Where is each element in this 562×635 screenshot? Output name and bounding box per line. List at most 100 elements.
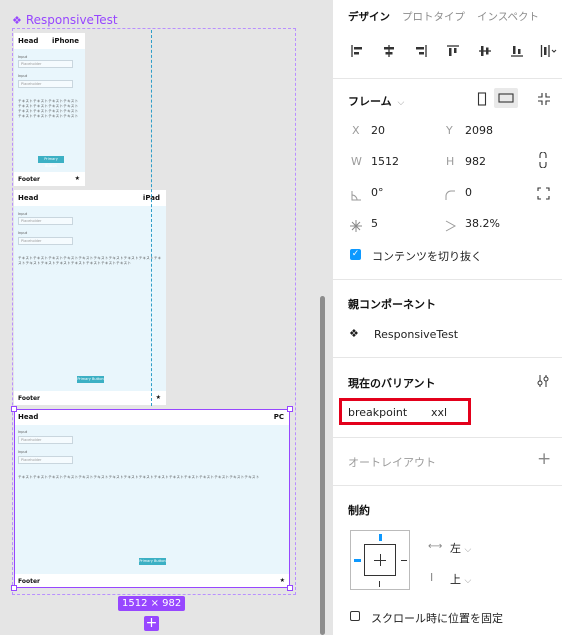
resize-handle-top-left[interactable]	[11, 406, 17, 412]
chevron-down-icon: ⌵	[397, 98, 405, 108]
design-canvas[interactable]: ❖ ResponsiveTest Head iPhone Input Place…	[0, 0, 332, 635]
chevron-down-icon: ⌵	[464, 576, 472, 586]
panel-tabs: デザイン プロトタイプ インスペクト	[348, 9, 539, 24]
frame-footer: Footer ★	[14, 172, 85, 186]
input-field[interactable]: Placeholder	[18, 80, 73, 88]
footer-title: Footer	[18, 395, 40, 402]
vertical-constraint-icon: Ⅰ	[430, 571, 434, 584]
landscape-orientation-icon[interactable]	[494, 88, 518, 108]
header-title: Head	[18, 37, 39, 45]
align-right-icon[interactable]	[411, 42, 431, 60]
constraint-right-line[interactable]	[401, 560, 407, 561]
divider	[333, 357, 562, 358]
variant-ipad[interactable]: Head iPad Input Placeholder Input Placeh…	[14, 190, 166, 405]
component-set-name: ResponsiveTest	[25, 13, 118, 27]
constraints-widget[interactable]	[350, 530, 410, 590]
resize-to-fit-icon[interactable]	[537, 91, 551, 105]
corner-radius-input[interactable]: 0	[465, 186, 472, 199]
input-label: Input	[18, 212, 28, 216]
constraint-top-line[interactable]	[379, 534, 382, 541]
rotation-input[interactable]: 0°	[371, 186, 384, 199]
tab-design[interactable]: デザイン	[348, 9, 390, 24]
chevron-down-icon: ⌵	[464, 545, 472, 555]
adjust-variant-icon[interactable]	[536, 373, 550, 387]
horizontal-constraint-value: 左	[450, 542, 461, 555]
align-vertical-center-icon[interactable]	[475, 42, 495, 60]
y-input[interactable]: 2098	[465, 124, 493, 137]
width-input[interactable]: 1512	[371, 155, 399, 168]
properties-panel: デザイン プロトタイプ インスペクト フレーム ⌵ X 20 Y 2098 W …	[333, 0, 562, 635]
input-field[interactable]: Placeholder	[18, 217, 73, 225]
footer-title: Footer	[18, 176, 40, 183]
independent-corners-icon[interactable]	[537, 185, 550, 200]
constraint-center-v[interactable]	[380, 554, 381, 566]
corner-smoothing-icon	[350, 217, 362, 232]
align-horizontal-center-icon[interactable]	[379, 42, 399, 60]
variant-iphone[interactable]: Head iPhone Input Placeholder Input Plac…	[14, 33, 85, 186]
resize-handle-bottom-right[interactable]	[287, 585, 293, 591]
body-text: テキストテキストテキストテキストテキストテキストテキストテキストテキストテキスト…	[18, 99, 79, 118]
divider	[333, 78, 562, 79]
divider	[333, 279, 562, 280]
x-label: X	[352, 124, 360, 137]
opacity-input[interactable]: 38.2%	[465, 217, 500, 230]
frame-section-label: フレーム	[348, 95, 392, 108]
frame-header: Head iPhone	[14, 33, 85, 49]
horizontal-constraint-icon: ⟷	[428, 541, 443, 552]
constraint-left-line[interactable]	[354, 559, 361, 562]
align-top-icon[interactable]	[443, 42, 463, 60]
input-label: Input	[18, 231, 28, 235]
resize-handle-top-right[interactable]	[287, 406, 293, 412]
auto-layout-title: オートレイアウト	[348, 456, 436, 469]
canvas-scrollbar[interactable]	[320, 296, 325, 635]
component-set-icon: ❖	[12, 13, 22, 27]
parent-component-name[interactable]: ResponsiveTest	[374, 328, 458, 341]
vertical-constraint-select[interactable]: 上 ⌵	[450, 571, 471, 587]
align-bottom-icon[interactable]	[507, 42, 527, 60]
fix-scroll-checkbox[interactable]	[350, 611, 360, 621]
input-field[interactable]: Placeholder	[18, 60, 73, 68]
x-input[interactable]: 20	[371, 124, 385, 137]
portrait-orientation-icon[interactable]	[476, 91, 488, 106]
star-icon: ★	[155, 394, 161, 401]
constraint-bottom-line[interactable]	[379, 581, 380, 587]
tab-inspect[interactable]: インスペクト	[477, 9, 539, 24]
clip-content-label: コンテンツを切り抜く	[372, 250, 482, 263]
selection-box[interactable]	[14, 409, 290, 588]
rotation-icon	[351, 186, 362, 201]
add-variant-button[interactable]: +	[144, 616, 159, 631]
opacity-icon	[445, 217, 457, 232]
input-label: Input	[18, 55, 28, 59]
align-left-icon[interactable]	[347, 42, 367, 60]
w-label: W	[351, 155, 362, 168]
y-label: Y	[446, 124, 453, 137]
layout-guide-line	[151, 30, 152, 406]
corner-smoothing-input[interactable]: 5	[371, 217, 378, 230]
corner-radius-icon	[445, 186, 456, 200]
tab-prototype[interactable]: プロトタイプ	[402, 9, 465, 24]
h-label: H	[446, 155, 455, 168]
primary-button[interactable]: Primary Button	[77, 376, 104, 383]
horizontal-constraint-select[interactable]: 左 ⌵	[450, 540, 471, 556]
constrain-proportions-icon[interactable]	[538, 151, 548, 169]
variant-value-select[interactable]: xxl	[431, 406, 447, 419]
header-title: Head	[18, 194, 39, 202]
clip-content-checkbox[interactable]: ✓	[350, 249, 361, 260]
primary-button[interactable]: Primary Button	[38, 156, 64, 168]
divider	[333, 437, 562, 438]
component-icon: ❖	[349, 327, 359, 340]
parent-component-title: 親コンポーネント	[348, 298, 436, 311]
component-set-title[interactable]: ❖ ResponsiveTest	[12, 13, 118, 27]
vertical-constraint-value: 上	[450, 573, 461, 586]
alignment-toolbar	[347, 42, 559, 60]
constraints-title: 制約	[348, 504, 370, 517]
height-input[interactable]: 982	[465, 155, 486, 168]
header-device: iPhone	[51, 37, 79, 45]
frame-section-title[interactable]: フレーム ⌵	[348, 93, 404, 109]
body-text: テキストテキストテキストテキストテキストテキストテキストテキストテキストテキスト…	[18, 256, 162, 265]
resize-handle-bottom-left[interactable]	[11, 585, 17, 591]
input-field[interactable]: Placeholder	[18, 237, 73, 245]
add-auto-layout-button[interactable]: +	[537, 449, 551, 469]
selection-size-badge: 1512 × 982	[118, 596, 186, 611]
distribute-icon[interactable]	[539, 42, 559, 60]
